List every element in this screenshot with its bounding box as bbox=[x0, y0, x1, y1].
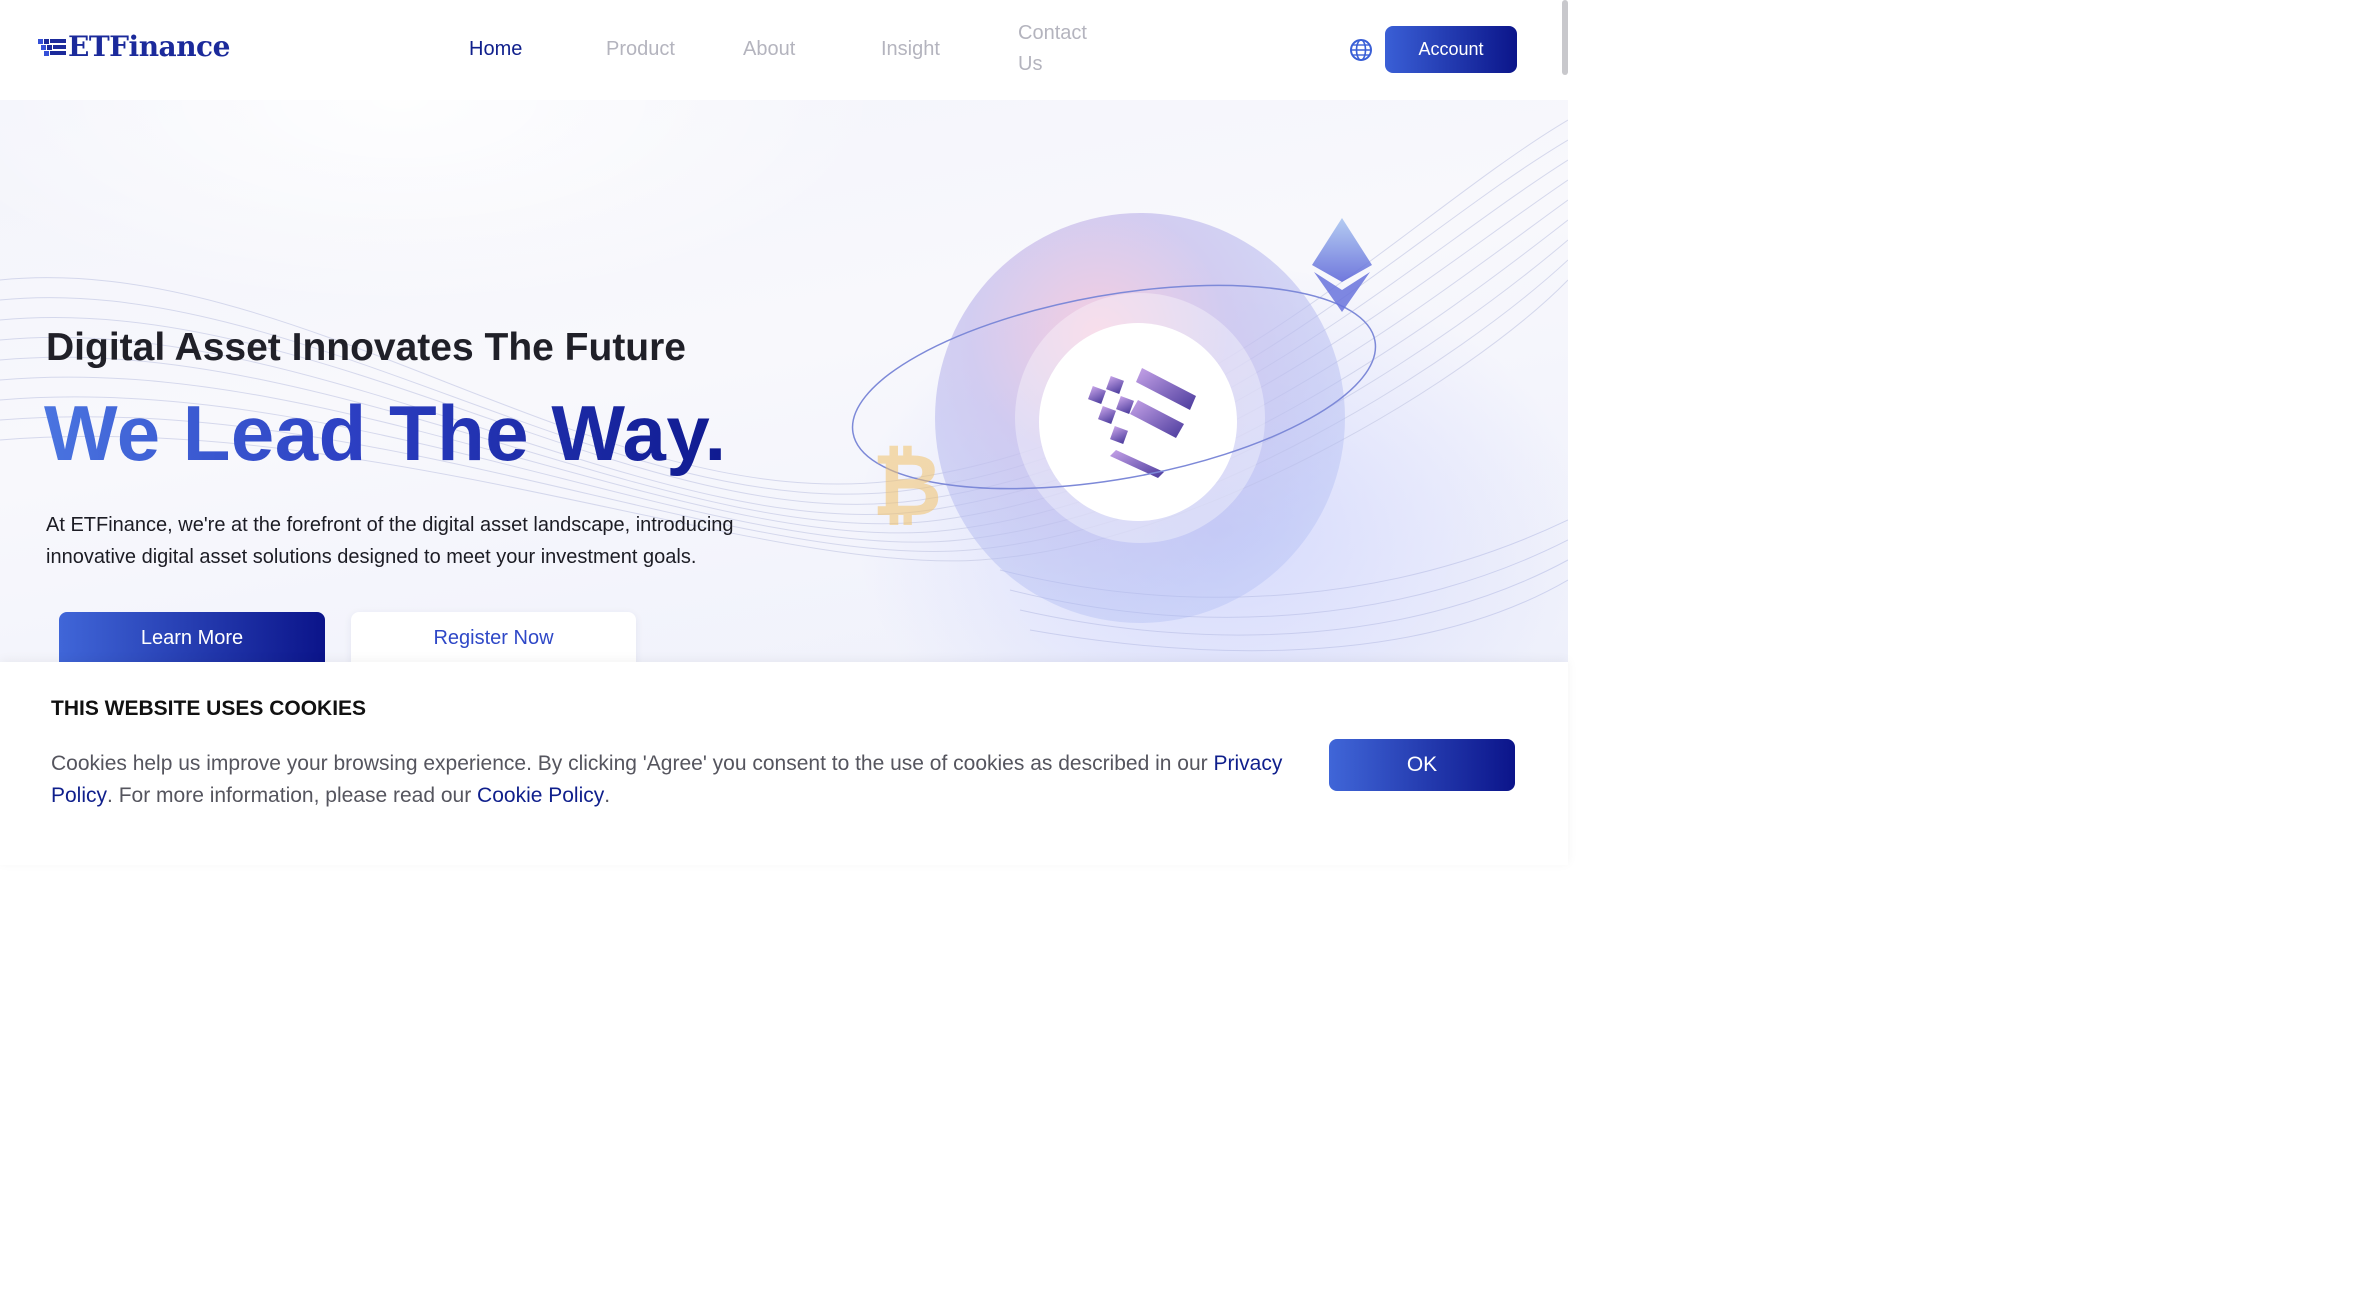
learn-more-button[interactable]: Learn More bbox=[59, 612, 325, 664]
logo[interactable]: ETFinance bbox=[38, 30, 230, 63]
hero-section: ₿ Digital Asset Innovates The Future We … bbox=[0, 100, 1568, 665]
nav-home[interactable]: Home bbox=[469, 34, 522, 65]
cookie-text-before: Cookies help us improve your browsing ex… bbox=[51, 752, 1214, 775]
nav-about[interactable]: About bbox=[743, 34, 795, 65]
logo-text: ETFinance bbox=[68, 30, 230, 63]
cookie-banner: THIS WEBSITE USES COOKIES Cookies help u… bbox=[0, 662, 1568, 865]
hero-description: At ETFinance, we're at the forefront of … bbox=[46, 514, 734, 568]
cookie-policy-link[interactable]: Cookie Policy bbox=[477, 784, 604, 807]
cookie-ok-button[interactable]: OK bbox=[1329, 739, 1515, 791]
register-now-button[interactable]: Register Now bbox=[351, 612, 636, 664]
cookie-title: THIS WEBSITE USES COOKIES bbox=[51, 697, 367, 720]
account-button[interactable]: Account bbox=[1385, 26, 1517, 73]
etfinance-logo-icon bbox=[38, 38, 66, 56]
nav-product[interactable]: Product bbox=[606, 34, 675, 65]
nav-contact-us[interactable]: Contact Us bbox=[1018, 18, 1108, 80]
site-header: ETFinance Home Product About Insight Con… bbox=[0, 0, 1568, 100]
hero-title: We Lead The Way. bbox=[44, 389, 727, 477]
page-scrollbar[interactable] bbox=[1562, 0, 1568, 75]
hero-subtitle: Digital Asset Innovates The Future bbox=[46, 326, 686, 369]
hero-illustration: ₿ bbox=[0, 119, 1568, 652]
nav-insight[interactable]: Insight bbox=[881, 34, 940, 65]
cookie-message: Cookies help us improve your browsing ex… bbox=[51, 748, 1301, 812]
svg-text:₿: ₿ bbox=[872, 436, 942, 536]
cookie-text-middle: . For more information, please read our bbox=[107, 784, 478, 807]
cookie-text-after: . bbox=[604, 784, 611, 807]
globe-icon[interactable] bbox=[1349, 38, 1373, 62]
